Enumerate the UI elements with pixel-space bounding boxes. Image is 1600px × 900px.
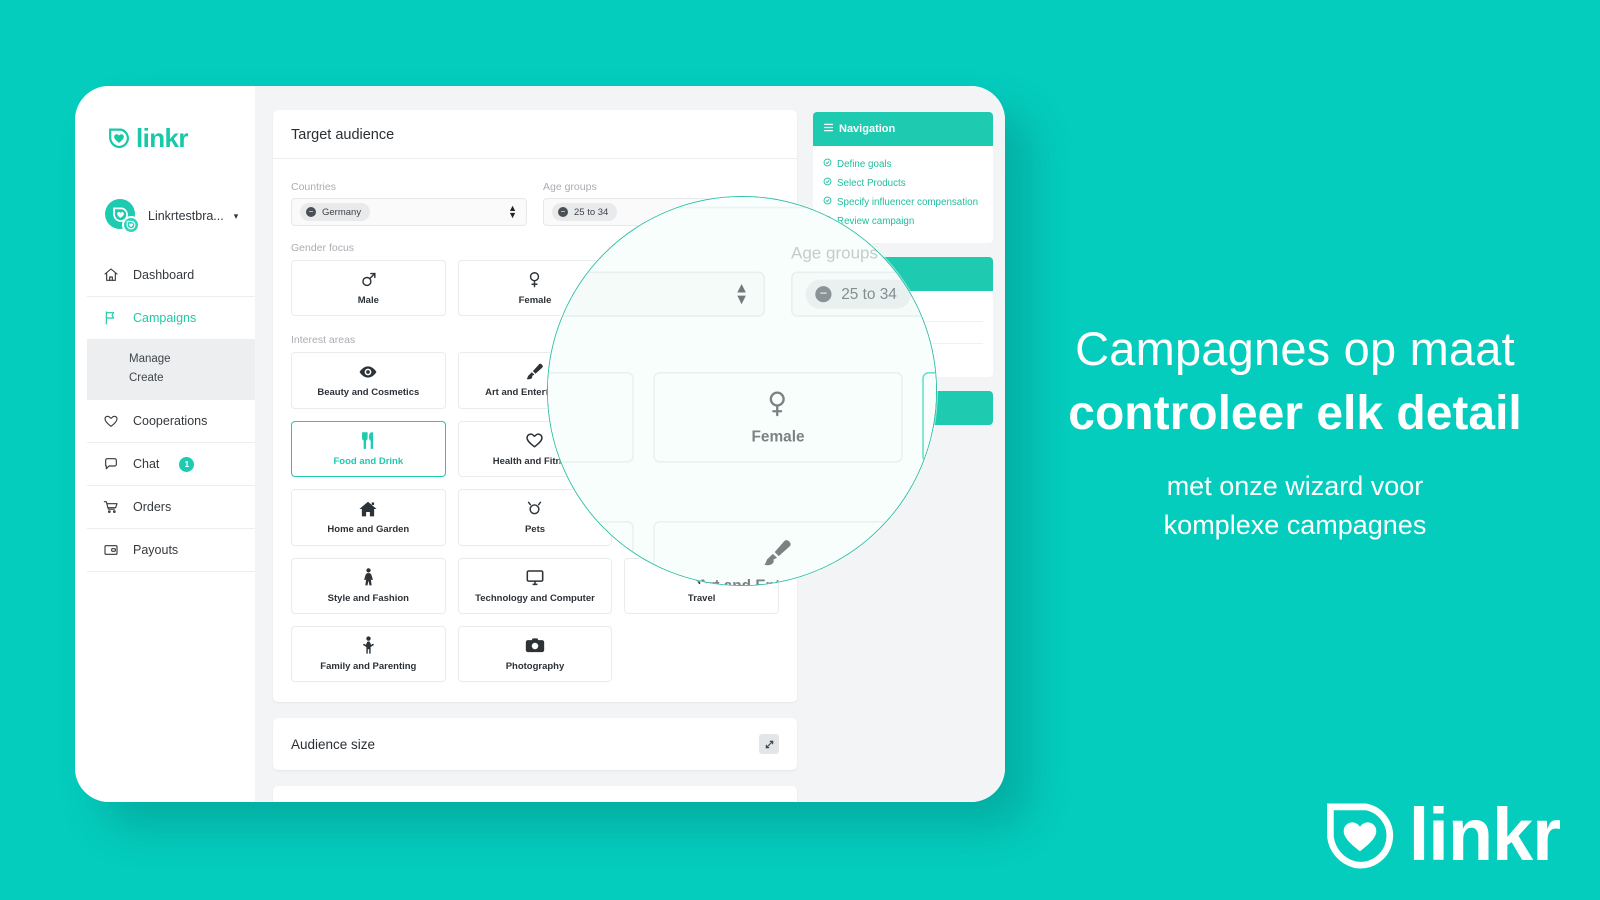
venus-icon xyxy=(525,270,544,289)
brand-logo-bottom: linkr xyxy=(1323,792,1561,876)
chat-unread-badge: 1 xyxy=(179,456,195,472)
promo-headline-bold: controleer elk detail xyxy=(1068,386,1522,440)
check-circle-icon xyxy=(823,155,832,174)
dress-icon xyxy=(361,567,376,587)
sidebar-item-label: Campaigns xyxy=(133,311,197,325)
promo-subtext-line2: komplexe campagnes xyxy=(1163,510,1427,541)
sidebar-item-cooperations[interactable]: Cooperations xyxy=(87,400,255,443)
interest-tile-family[interactable]: Family and Parenting xyxy=(291,625,446,683)
tile-label: Family and Parenting xyxy=(320,660,417,672)
shield-heart-icon xyxy=(1323,798,1397,872)
sidebar-item-label: Dashboard xyxy=(133,268,195,282)
sidebar-item-label: Payouts xyxy=(133,543,179,557)
house-icon xyxy=(358,499,378,518)
family-icon xyxy=(360,636,377,655)
tile-label: Photography xyxy=(505,660,565,672)
avatar-badge-icon xyxy=(122,216,140,234)
cart-icon xyxy=(102,499,119,516)
interest-tile-food[interactable]: Food and Drink xyxy=(291,420,446,478)
sidebar-logo[interactable]: linkr xyxy=(75,118,255,158)
monitor-icon xyxy=(525,568,545,587)
account-switcher[interactable]: Linkrtestbra... ▾ xyxy=(75,196,255,236)
tablet-device-frame: linkr Linkrtestbra... ▾ Dashboard Campai… xyxy=(75,86,1005,802)
utensils-icon xyxy=(359,431,377,450)
stepper-icon[interactable]: ▲ ▼ xyxy=(508,204,517,220)
heart-icon xyxy=(102,413,119,430)
tile-label: Female xyxy=(518,295,552,306)
age-groups-label: Age groups xyxy=(543,181,597,193)
interest-tile-home-garden[interactable]: Home and Garden xyxy=(291,489,446,546)
navigation-panel-title: Navigation xyxy=(839,123,896,135)
check-circle-icon xyxy=(823,174,832,193)
mars-icon xyxy=(359,270,378,289)
flag-icon xyxy=(102,310,119,327)
chip-label: Germany xyxy=(322,206,362,218)
tile-label: Food and Drink xyxy=(333,455,404,467)
countries-label: Countries xyxy=(291,181,336,193)
brand-wordmark: linkr xyxy=(1408,792,1561,876)
audience-size-title: Audience size xyxy=(291,736,376,752)
promo-subtext: met onze wizard voor komplexe campagnes xyxy=(1010,467,1580,545)
interest-tile-photography[interactable]: Photography xyxy=(457,625,613,683)
sidebar-item-campaigns[interactable]: Campaigns xyxy=(87,297,255,340)
sidebar-item-label: Chat xyxy=(133,457,160,471)
account-name: Linkrtestbra... xyxy=(148,209,224,223)
navigation-panel-header: Navigation xyxy=(813,112,993,146)
tile-label: Style and Fashion xyxy=(327,592,409,604)
sidebar-subnav-campaigns: Manage Create xyxy=(87,340,255,400)
avatar xyxy=(105,199,140,234)
tile-label: Travel xyxy=(687,592,716,604)
list-icon xyxy=(823,122,834,136)
sidebar-item-payouts[interactable]: Payouts xyxy=(87,529,255,572)
paint-brush-icon xyxy=(525,362,544,381)
chip-germany[interactable]: − Germany xyxy=(300,203,371,221)
minus-circle-icon[interactable]: − xyxy=(306,207,316,217)
camera-icon xyxy=(525,636,545,655)
sidebar-item-label: Orders xyxy=(133,500,172,514)
interest-tile-style-fashion[interactable]: Style and Fashion xyxy=(291,557,446,614)
promo-subtext-line1: met onze wizard voor xyxy=(1166,471,1424,502)
chat-bubble-icon xyxy=(102,456,119,473)
influencers-count-card: Number of influencers you would like to … xyxy=(273,786,797,802)
tile-label: Technology and Computer xyxy=(475,592,595,604)
magnifier-lens: Target audience Countries − Germany xyxy=(547,196,937,586)
magnifier-tint xyxy=(548,197,936,585)
sidebar-item-label: Cooperations xyxy=(133,414,208,428)
sidebar-nav: Dashboard Campaigns Manage Create Cooper… xyxy=(75,254,255,572)
home-icon xyxy=(102,267,119,284)
rail-link-define-goals[interactable]: Define goals xyxy=(823,155,983,174)
chevron-down-icon[interactable]: ▾ xyxy=(234,211,239,222)
tile-label: Male xyxy=(357,295,379,306)
promo-copy: Campagnes op maat controleer elk detail … xyxy=(1010,320,1580,545)
page-title: Target audience xyxy=(273,110,797,159)
expand-diagonal-icon[interactable] xyxy=(759,734,779,755)
sidebar-item-chat[interactable]: Chat 1 xyxy=(87,443,255,486)
sidebar-wordmark: linkr xyxy=(136,123,189,153)
shield-heart-icon xyxy=(108,127,130,149)
app-sidebar: linkr Linkrtestbra... ▾ Dashboard Campai… xyxy=(75,86,255,802)
sidebar-subitem-manage[interactable]: Manage xyxy=(129,350,255,369)
gender-tile-male[interactable]: Male xyxy=(291,260,446,317)
rail-link-label: Select Products xyxy=(837,178,906,189)
audience-size-bar[interactable]: Audience size xyxy=(273,718,797,771)
countries-input[interactable]: − Germany ▲ ▼ xyxy=(291,198,527,226)
sidebar-item-orders[interactable]: Orders xyxy=(87,486,255,529)
tile-label: Home and Garden xyxy=(327,524,410,536)
paw-icon xyxy=(525,499,544,518)
tile-label: Beauty and Cosmetics xyxy=(317,387,420,399)
wallet-icon xyxy=(102,542,119,559)
heart-icon xyxy=(525,431,544,450)
eye-icon xyxy=(358,362,378,381)
interest-tile-beauty[interactable]: Beauty and Cosmetics xyxy=(291,352,446,409)
rail-link-select-products[interactable]: Select Products xyxy=(823,174,983,193)
rail-link-label: Define goals xyxy=(837,159,892,170)
sidebar-item-dashboard[interactable]: Dashboard xyxy=(87,254,255,297)
tile-label: Pets xyxy=(524,524,546,536)
sidebar-subitem-create[interactable]: Create xyxy=(129,369,255,388)
promo-headline-light: Campagnes op maat xyxy=(1075,322,1515,375)
